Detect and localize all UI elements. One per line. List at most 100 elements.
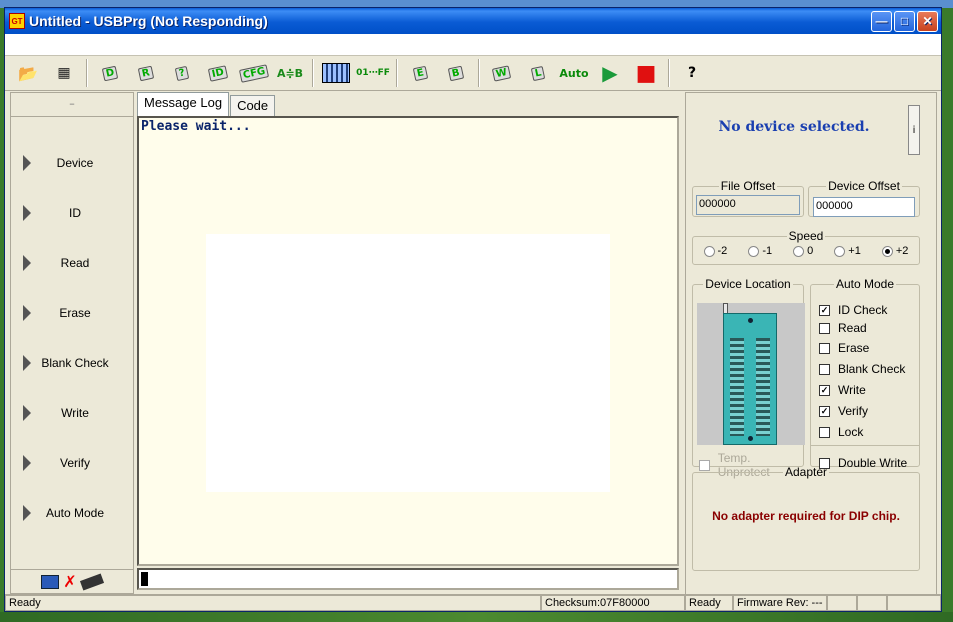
file-offset-field[interactable]: 000000: [696, 195, 800, 215]
auto-lock-checkbox[interactable]: Lock: [819, 425, 863, 439]
device-info-button[interactable]: i: [908, 105, 920, 155]
stop-tool[interactable]: ■: [629, 59, 663, 87]
sidebar-item-blank-check[interactable]: Blank Check: [11, 348, 133, 378]
sidebar-item-id[interactable]: ID: [11, 198, 133, 228]
tool-label: E: [412, 65, 428, 81]
triangle-right-icon: [23, 405, 31, 421]
close-icon[interactable]: ✕: [917, 10, 938, 32]
auto-verify-checkbox[interactable]: ✓ Verify: [819, 404, 868, 418]
speed-radio-m1[interactable]: -1: [748, 245, 772, 257]
auto-blank-check-checkbox[interactable]: Blank Check: [819, 362, 905, 376]
sidebar-item-write[interactable]: Write: [11, 398, 133, 428]
checkbox-box: [819, 363, 830, 375]
device-status: No device selected.: [718, 119, 870, 135]
adapter-label: Adapter: [784, 465, 828, 479]
radio-circle: [834, 245, 846, 257]
status-text: Ready: [5, 595, 541, 611]
speed-option-label: 0: [807, 245, 814, 257]
socket-pins-right: [756, 338, 770, 436]
blank-tool[interactable]: B: [439, 59, 473, 87]
tool-label: ?: [174, 65, 190, 81]
view-tabs: Message Log Code: [137, 92, 276, 116]
checkbox-label: Write: [838, 383, 866, 397]
auto-write-checkbox[interactable]: ✓ Write: [819, 383, 866, 397]
device-offset-field[interactable]: 000000: [813, 197, 915, 217]
tool-label: D: [101, 65, 119, 81]
minimize-icon[interactable]: —: [871, 10, 892, 32]
lock-tool[interactable]: L: [521, 59, 555, 87]
sidebar-item-device[interactable]: Device: [11, 148, 133, 178]
triangle-right-icon: [23, 455, 31, 471]
radio-circle: [703, 245, 715, 257]
operations-sidebar: – Device ID Read Erase Blank Check Write…: [10, 92, 134, 594]
radio-circle: [793, 245, 805, 257]
triangle-right-icon: [23, 205, 31, 221]
radio-circle: [748, 245, 760, 257]
checkbox-box: [819, 342, 830, 354]
speed-label: Speed: [788, 229, 824, 243]
programmer-device-icon: [79, 573, 104, 590]
help-tool[interactable]: ?: [675, 59, 709, 87]
tool-label: L: [530, 65, 546, 81]
read-tool[interactable]: R: [129, 59, 163, 87]
run-tool[interactable]: ▶: [593, 59, 627, 87]
checkbox-label: Blank Check: [838, 362, 906, 376]
speed-radio-p2[interactable]: +2: [881, 245, 909, 257]
window-title: Untitled - USBPrg (Not Responding): [29, 13, 268, 29]
tab-message-log[interactable]: Message Log: [137, 92, 230, 116]
triangle-right-icon: [23, 155, 31, 171]
config-tool[interactable]: CFG: [237, 59, 271, 87]
auto-mode-group: Auto Mode ✓ ID Check Read Erase Blank Che…: [810, 277, 920, 470]
triangle-right-icon: [23, 355, 31, 371]
floppy-save-icon[interactable]: ▦: [47, 59, 81, 87]
speed-option-label: +1: [848, 245, 861, 257]
maximize-icon[interactable]: □: [894, 10, 915, 32]
adapter-message: No adapter required for DIP chip.: [712, 509, 900, 523]
speed-radio-0[interactable]: 0: [793, 245, 813, 257]
toolbar-separator: [86, 59, 88, 87]
sidebar-item-label: Verify: [59, 456, 90, 470]
checkbox-checked: ✓: [819, 405, 830, 417]
triangle-right-icon: [23, 505, 31, 521]
checkbox-checked: ✓: [819, 384, 830, 396]
desktop-background-bottom: [0, 612, 953, 622]
auto-read-checkbox[interactable]: Read: [819, 321, 867, 335]
checkbox-label: Erase: [838, 341, 870, 355]
message-log[interactable]: Please wait...: [137, 116, 679, 566]
sidebar-item-verify[interactable]: Verify: [11, 448, 133, 478]
socket-hole: [748, 436, 753, 441]
folder-open-icon[interactable]: 📂: [11, 59, 45, 87]
sidebar-item-read[interactable]: Read: [11, 248, 133, 278]
title-bar[interactable]: GT Untitled - USBPrg (Not Responding) — …: [5, 8, 941, 34]
write-tool[interactable]: W: [485, 59, 519, 87]
id-tool[interactable]: ID: [201, 59, 235, 87]
toolbar-separator: [312, 59, 314, 87]
sidebar-item-auto-mode[interactable]: Auto Mode: [11, 498, 133, 528]
auto-tool[interactable]: Auto: [557, 59, 591, 87]
erase-tool[interactable]: E: [403, 59, 437, 87]
device-location-label: Device Location: [705, 277, 791, 291]
menu-bar[interactable]: [5, 34, 941, 56]
checksum-display: Checksum:07F80000: [541, 595, 685, 611]
compare-tool[interactable]: A≑B: [273, 59, 307, 87]
device-select-tool[interactable]: D: [93, 59, 127, 87]
status-pane-empty: [827, 595, 857, 611]
calculator-tool[interactable]: [319, 59, 353, 87]
tool-label: CFG: [238, 63, 270, 83]
tab-code[interactable]: Code: [230, 95, 276, 116]
command-input[interactable]: [137, 568, 679, 590]
unpainted-region: [206, 234, 610, 492]
speed-radio-m2[interactable]: -2: [703, 245, 727, 257]
hex-fill-tool[interactable]: 01⋯FF: [355, 59, 391, 87]
speed-group: Speed -2 -1 0 +1 +2: [692, 229, 920, 265]
speed-option-label: +2: [895, 245, 909, 257]
blank-check-tool[interactable]: ?: [165, 59, 199, 87]
sidebar-collapse-button[interactable]: –: [11, 93, 133, 117]
auto-erase-checkbox[interactable]: Erase: [819, 341, 869, 355]
socket-pins-left: [730, 338, 744, 436]
speed-radio-p1[interactable]: +1: [834, 245, 861, 257]
resize-grip[interactable]: [887, 595, 941, 611]
sidebar-item-erase[interactable]: Erase: [11, 298, 133, 328]
auto-id-check-checkbox[interactable]: ✓ ID Check: [819, 303, 887, 317]
tool-label: W: [492, 64, 512, 82]
